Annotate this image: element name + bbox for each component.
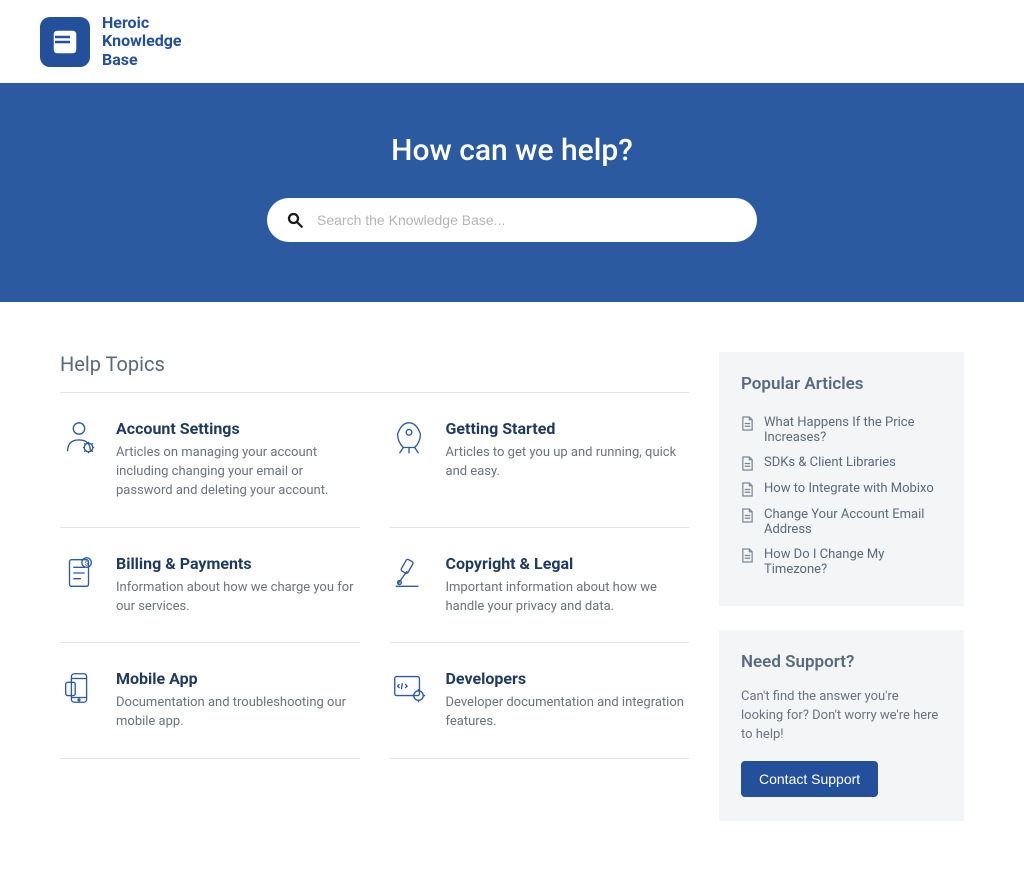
file-icon (741, 482, 754, 497)
rocket-icon (390, 419, 428, 457)
topic-desc: Articles to get you up and running, quic… (446, 444, 690, 482)
support-heading: Need Support? (741, 652, 942, 672)
help-topics-heading: Help Topics (60, 352, 689, 393)
popular-heading: Popular Articles (741, 374, 942, 394)
brand-logo[interactable]: Heroic Knowledge Base (40, 14, 984, 69)
gavel-icon (390, 554, 428, 592)
topic-title: Mobile App (116, 669, 360, 688)
search-wrap (267, 198, 757, 242)
topic-developers[interactable]: Developers Developer documentation and i… (390, 643, 690, 759)
file-icon (741, 508, 754, 523)
user-gear-icon (60, 419, 98, 457)
popular-article-link[interactable]: Change Your Account Email Address (741, 502, 942, 542)
hero-title: How can we help? (0, 133, 1024, 168)
topic-desc: Documentation and troubleshooting our mo… (116, 694, 360, 732)
support-text: Can't find the answer you're looking for… (741, 688, 942, 745)
svg-text:$: $ (85, 559, 89, 567)
topic-desc: Articles on managing your account includ… (116, 444, 360, 501)
topic-title: Billing & Payments (116, 554, 360, 573)
support-widget: Need Support? Can't find the answer you'… (719, 630, 964, 821)
popular-article-link[interactable]: How to Integrate with Mobixo (741, 476, 942, 502)
topic-mobile[interactable]: Mobile App Documentation and troubleshoo… (60, 643, 360, 759)
topic-getting-started[interactable]: Getting Started Articles to get you up a… (390, 393, 690, 528)
file-icon (741, 548, 754, 563)
popular-article-link[interactable]: SDKs & Client Libraries (741, 450, 942, 476)
popular-article-link[interactable]: What Happens If the Price Increases? (741, 410, 942, 450)
topic-title: Account Settings (116, 419, 360, 438)
file-icon (741, 416, 754, 431)
search-icon (286, 211, 304, 229)
topic-billing[interactable]: $ Billing & Payments Information about h… (60, 528, 360, 644)
code-gear-icon (390, 669, 428, 707)
logo-icon (40, 17, 90, 67)
popular-articles-widget: Popular Articles What Happens If the Pri… (719, 352, 964, 606)
topic-account-settings[interactable]: Account Settings Articles on managing yo… (60, 393, 360, 528)
site-header: Heroic Knowledge Base (0, 0, 1024, 83)
popular-article-link[interactable]: How Do I Change My Timezone? (741, 542, 942, 582)
topic-desc: Important information about how we handl… (446, 579, 690, 617)
hero-section: How can we help? (0, 83, 1024, 302)
search-input[interactable] (267, 198, 757, 242)
topic-desc: Information about how we charge you for … (116, 579, 360, 617)
brand-name: Heroic Knowledge Base (102, 14, 182, 69)
mobile-icon (60, 669, 98, 707)
file-icon (741, 456, 754, 471)
topic-title: Getting Started (446, 419, 690, 438)
topic-title: Developers (446, 669, 690, 688)
topic-legal[interactable]: Copyright & Legal Important information … (390, 528, 690, 644)
receipt-icon: $ (60, 554, 98, 592)
contact-support-button[interactable]: Contact Support (741, 761, 878, 797)
topic-title: Copyright & Legal (446, 554, 690, 573)
topic-desc: Developer documentation and integration … (446, 694, 690, 732)
